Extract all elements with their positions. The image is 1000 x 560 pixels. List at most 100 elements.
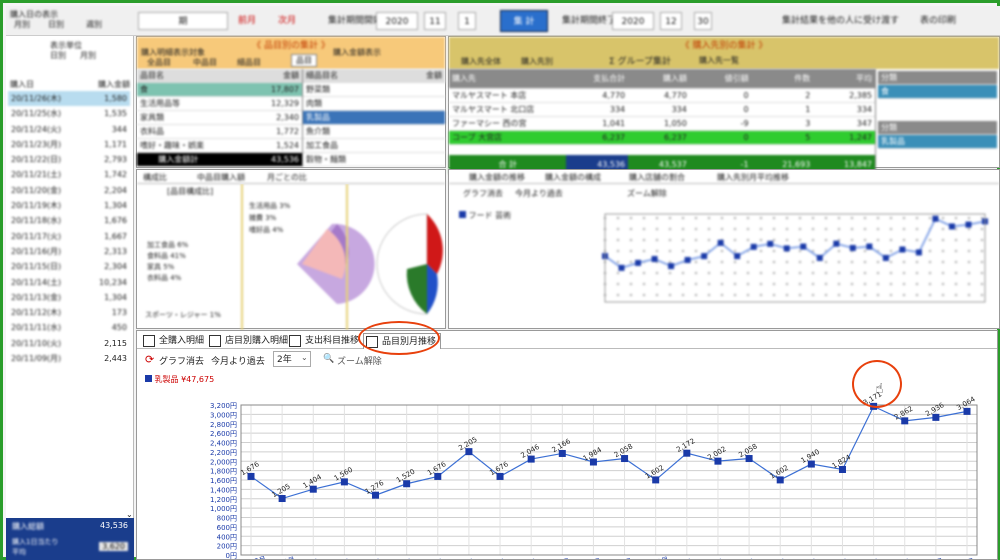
list-item[interactable]: 穀物・麺類 (303, 153, 445, 167)
radio-by-store[interactable]: 購入先別 (521, 56, 553, 67)
mini-grid-dot (720, 271, 724, 275)
side-value-2[interactable]: 乳製品 (878, 135, 997, 149)
list-item[interactable]: 20/11/09(月) 2,443 (8, 351, 130, 366)
mini-grid-dot (889, 238, 893, 242)
period-field[interactable]: 期 (138, 12, 228, 30)
mini-grid-dot (915, 238, 919, 242)
tab-amount-composition[interactable]: 購入金額の構成 (545, 172, 601, 183)
radio-monthly[interactable]: 月別 (14, 16, 30, 34)
list-item[interactable]: 野菜類 (303, 83, 445, 97)
unit-radio-monthly[interactable]: 月別 (80, 50, 96, 61)
mini-data-point (882, 254, 889, 261)
list-item[interactable]: 20/11/21(土) 1,742 (8, 167, 130, 182)
mini-grid-dot (824, 238, 828, 242)
radio-mid-items[interactable]: 中品目 (193, 57, 217, 68)
side-value-1[interactable]: 食 (878, 85, 997, 99)
list-item[interactable]: 肉類 (303, 97, 445, 111)
clear-graph-button[interactable]: グラフ消去 (159, 354, 204, 367)
calculate-button[interactable]: 集 計 (500, 10, 548, 32)
end-year-field[interactable]: 2020 (612, 12, 654, 30)
end-day-field[interactable]: 30 (694, 12, 712, 30)
list-item[interactable]: 魚介類 (303, 125, 445, 139)
list-item[interactable]: 乳製品 (303, 111, 445, 125)
list-item[interactable]: 20/11/11(水) 450 (8, 320, 130, 335)
list-item[interactable]: 20/11/15(日) 2,304 (8, 259, 130, 274)
table-row[interactable]: マルヤスマート 北口店 334 334 0 1 334 (449, 103, 875, 117)
list-item[interactable]: 20/11/10(火) 2,115 (8, 336, 130, 351)
list-item[interactable]: 20/11/12(木) 173 (8, 305, 130, 320)
pie-label: 食料品 41% (147, 252, 186, 260)
store-summary-title: 《 購入先別の集計 》 (680, 41, 768, 51)
list-item[interactable]: 20/11/17(火) 1,667 (8, 229, 130, 244)
table-row[interactable]: コープ 大宮店 6,237 6,237 0 5 1,247 (449, 131, 875, 145)
table-row[interactable]: 生活用品等 12,329 (137, 97, 302, 111)
radio-all-items[interactable]: 全品目 (147, 57, 171, 68)
prev-month-button[interactable]: 前月 (238, 12, 256, 30)
list-item[interactable]: 20/11/13(金) 1,304 (8, 290, 130, 305)
chevron-down-icon[interactable]: ⌄ (301, 353, 308, 362)
table-row[interactable]: 衣料品 1,772 (137, 125, 302, 139)
table-row[interactable]: ファーマシー 西の宮 1,041 1,050 -9 3 347 (449, 117, 875, 131)
end-month-field[interactable]: 12 (660, 12, 682, 30)
tab-ratio[interactable]: 構成比 (143, 172, 167, 183)
store-summary-header: 《 購入先別の集計 》 購入先全体 購入先別 Σ グループ集計 購入先一覧 (449, 37, 999, 69)
mini-zoom-reset-button[interactable]: ズーム解除 (627, 188, 667, 199)
start-day-field[interactable]: 1 (458, 12, 476, 30)
mini-grid-dot (850, 216, 854, 220)
list-item-amount: 1,304 (104, 201, 127, 211)
store-list-button[interactable]: 購入先一覧 (699, 55, 739, 66)
start-year-field[interactable]: 2020 (376, 12, 418, 30)
list-item[interactable]: 20/11/14(土) 10,234 (8, 275, 130, 290)
list-item[interactable]: 加工食品 (303, 139, 445, 153)
x-tick-label: 8月 (867, 558, 880, 559)
left-daily-list-panel: 表示単位 日別 月別 購入日 購入金額 20/11/26(木) 1,580 20/… (6, 36, 134, 560)
table-row[interactable]: 家具類 2,340 (137, 111, 302, 125)
group-sum-button[interactable]: Σ グループ集計 (609, 54, 671, 67)
list-item[interactable]: 20/11/20(金) 2,204 (8, 183, 130, 198)
cell: 1,772 (276, 127, 299, 136)
table-row[interactable]: 嗜好・趣味・娯楽 1,524 (137, 139, 302, 153)
mini-data-point (866, 243, 873, 250)
list-item[interactable]: 20/11/25(水) 1,535 (8, 106, 130, 121)
tab-mid-item-amount[interactable]: 中品目購入額 (197, 172, 245, 183)
mini-grid-dot (681, 282, 685, 286)
list-item[interactable]: 20/11/26(木) 1,580 (8, 91, 130, 107)
tab-amount-trend[interactable]: 購入金額の推移 (469, 172, 525, 183)
table-row[interactable]: マルヤスマート 本店 4,770 4,770 0 2 2,385 (449, 89, 875, 103)
tab-monthly-ratio[interactable]: 月ごとの比 (267, 172, 307, 183)
mini-grid-dot (629, 227, 633, 231)
mini-grid-dot (928, 216, 932, 220)
next-month-button[interactable]: 次月 (278, 12, 296, 30)
start-month-field[interactable]: 11 (424, 12, 446, 30)
unit-radio-daily[interactable]: 日別 (50, 50, 66, 61)
tab-all-purchases[interactable]: 全購入明細 (141, 333, 204, 349)
list-item[interactable]: 20/11/19(木) 1,304 (8, 198, 130, 213)
mini-legend: フード 芸術 (459, 210, 511, 221)
tab-store-share[interactable]: 購入店舗の割合 (629, 172, 685, 183)
table-row[interactable]: 食 17,807 (137, 83, 302, 97)
y-tick-label: 200円 (217, 543, 237, 551)
mini-grid-dot (694, 260, 698, 264)
mini-grid-dot (954, 227, 958, 231)
radio-daily[interactable]: 日別 (48, 16, 64, 34)
print-table-button[interactable]: 表の印刷 (906, 12, 956, 30)
radio-all-stores[interactable]: 購入先全体 (461, 56, 501, 67)
mini-grid-dot (759, 282, 763, 286)
item-select[interactable]: 品目 (291, 54, 317, 67)
radio-weekly[interactable]: 週別 (86, 16, 102, 34)
transfer-results-button[interactable]: 集計結果を他の人に受け渡す (768, 12, 899, 30)
list-item[interactable]: 20/11/16(月) 2,313 (8, 244, 130, 259)
tab-store-purchases[interactable]: 店目別購入明細 (207, 333, 288, 349)
zoom-reset-button[interactable]: ズーム解除 (337, 354, 382, 367)
tab-store-monthly-avg[interactable]: 購入先別月平均推移 (717, 172, 789, 183)
list-item[interactable]: 20/11/22(日) 2,793 (8, 152, 130, 167)
series-line (250, 405, 968, 500)
list-item[interactable]: 20/11/18(水) 1,676 (8, 213, 130, 228)
mini-clear-graph-button[interactable]: グラフ消去 (463, 188, 503, 199)
tab-expense-trend[interactable]: 支出科目推移 (287, 333, 359, 349)
mini-grid-dot (876, 271, 880, 275)
list-item[interactable]: 20/11/24(火) 344 (8, 122, 130, 137)
list-item-date: 20/11/17(火) (11, 231, 62, 241)
list-item[interactable]: 20/11/23(月) 1,171 (8, 137, 130, 152)
radio-sub-items[interactable]: 細品目 (237, 57, 261, 68)
